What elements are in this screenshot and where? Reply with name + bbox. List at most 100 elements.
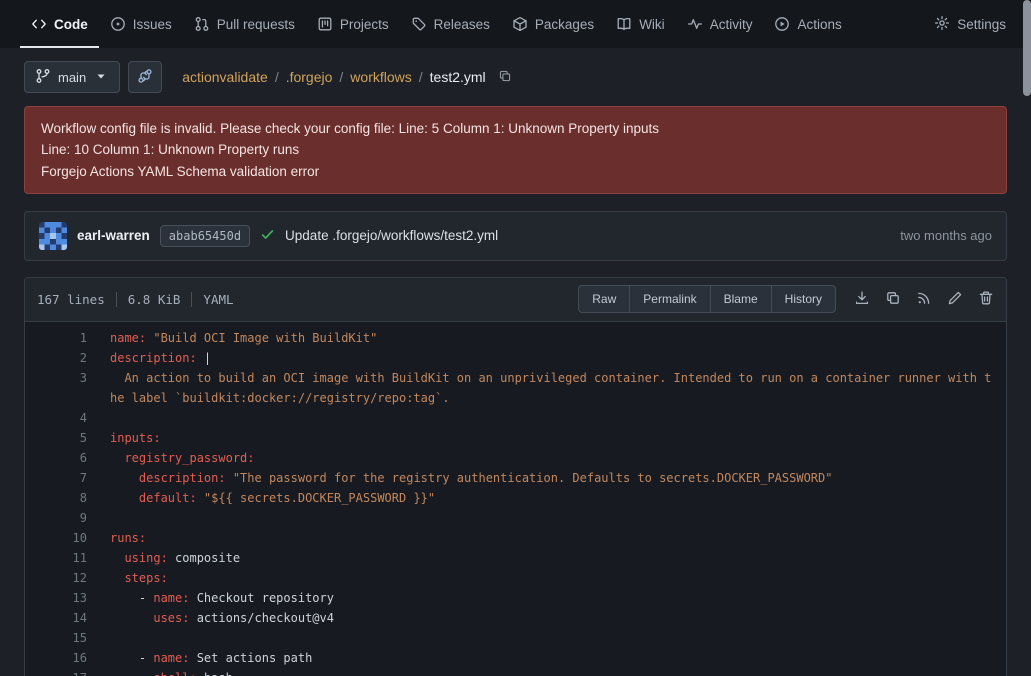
git-compare-icon bbox=[137, 68, 153, 84]
nav-tab-activity[interactable]: Activity bbox=[676, 0, 764, 48]
code-line: 13 - name: Checkout repository bbox=[25, 588, 1006, 608]
nav-tab-label: Pull requests bbox=[217, 17, 295, 32]
line-number[interactable]: 16 bbox=[41, 648, 110, 668]
nav-tab-label: Activity bbox=[710, 17, 753, 32]
line-number[interactable]: 17 bbox=[41, 668, 110, 676]
nav-tab-pull-requests[interactable]: Pull requests bbox=[183, 0, 306, 48]
nav-tab-settings[interactable]: Settings bbox=[923, 0, 1017, 48]
code-line-content bbox=[110, 628, 124, 648]
code-line-content: runs: bbox=[110, 528, 160, 548]
blame-button[interactable]: Blame bbox=[710, 285, 772, 313]
line-number[interactable]: 4 bbox=[41, 408, 110, 428]
line-number[interactable]: 3 bbox=[41, 368, 110, 408]
history-button[interactable]: History bbox=[771, 285, 836, 313]
line-number[interactable]: 9 bbox=[41, 508, 110, 528]
meta-divider bbox=[116, 292, 117, 307]
code-line-content: description: | bbox=[110, 348, 225, 368]
nav-tab-code[interactable]: Code bbox=[20, 0, 99, 48]
copy-button[interactable] bbox=[885, 290, 901, 309]
error-line: Forgejo Actions YAML Schema validation e… bbox=[41, 161, 990, 182]
nav-tab-label: Issues bbox=[133, 17, 172, 32]
code-line: 6 registry_password: bbox=[25, 448, 1006, 468]
nav-tab-issues[interactable]: Issues bbox=[99, 0, 183, 48]
error-line: Workflow config file is invalid. Please … bbox=[41, 118, 990, 139]
code-line-content: using: composite bbox=[110, 548, 254, 568]
error-banner: Workflow config file is invalid. Please … bbox=[24, 106, 1007, 194]
commit-message[interactable]: Update .forgejo/workflows/test2.yml bbox=[285, 228, 498, 243]
line-number[interactable]: 15 bbox=[41, 628, 110, 648]
line-number[interactable]: 7 bbox=[41, 468, 110, 488]
nav-tabs: Code Issues Pull requests ProjectsReleases P… bbox=[20, 0, 853, 48]
book-icon bbox=[616, 16, 632, 32]
copy-path-button[interactable] bbox=[498, 69, 512, 86]
check-icon bbox=[260, 227, 275, 242]
issue-opened-icon bbox=[110, 16, 126, 32]
breadcrumb-segment-workflows[interactable]: workflows bbox=[350, 69, 411, 85]
code-line-content: description: "The password for the regis… bbox=[110, 468, 846, 488]
compare-button[interactable] bbox=[128, 61, 162, 93]
code-line-content bbox=[110, 408, 124, 428]
nav-tab-releases[interactable]: Releases bbox=[400, 0, 501, 48]
top-nav: Code Issues Pull requests ProjectsReleases P… bbox=[0, 0, 1031, 48]
code-line-content: An action to build an OCI image with Bui… bbox=[110, 368, 1006, 408]
line-number[interactable]: 13 bbox=[41, 588, 110, 608]
line-number[interactable]: 12 bbox=[41, 568, 110, 588]
error-line: Line: 10 Column 1: Unknown Property runs bbox=[41, 139, 990, 160]
gear-icon bbox=[934, 15, 950, 31]
nav-tab-packages[interactable]: Packages bbox=[501, 0, 605, 48]
code-line-content: - name: Checkout repository bbox=[110, 588, 348, 608]
commit-author[interactable]: earl-warren bbox=[77, 228, 150, 243]
line-number[interactable]: 11 bbox=[41, 548, 110, 568]
file-size: 6.8 KiB bbox=[128, 292, 181, 307]
file-lines-count: 167 lines bbox=[37, 292, 105, 307]
rss-button[interactable] bbox=[916, 290, 932, 309]
tag-icon bbox=[411, 16, 427, 32]
download-icon bbox=[854, 290, 870, 306]
breadcrumb-separator: / bbox=[339, 69, 343, 85]
line-number[interactable]: 1 bbox=[41, 328, 110, 348]
file-view: 167 lines 6.8 KiB YAML RawPermalinkBlame… bbox=[24, 277, 1007, 676]
project-icon bbox=[317, 16, 333, 32]
breadcrumb: actionvalidate/.forgejo/workflows/test2.… bbox=[182, 69, 511, 86]
code-line-content: steps: bbox=[110, 568, 182, 588]
avatar[interactable] bbox=[39, 222, 67, 250]
code-line-content: name: "Build OCI Image with BuildKit" bbox=[110, 328, 391, 348]
nav-tab-settings-label: Settings bbox=[957, 17, 1006, 32]
scrollbar[interactable] bbox=[1023, 0, 1031, 676]
line-number[interactable]: 5 bbox=[41, 428, 110, 448]
branch-select-button[interactable]: main bbox=[24, 61, 120, 93]
code-line-content: inputs: bbox=[110, 428, 175, 448]
download-button[interactable] bbox=[854, 290, 870, 309]
trash-button[interactable] bbox=[978, 290, 994, 309]
line-number[interactable]: 6 bbox=[41, 448, 110, 468]
code-line-content: shell: bash bbox=[110, 668, 247, 676]
breadcrumb-segment--forgejo[interactable]: .forgejo bbox=[286, 69, 333, 85]
nav-tab-label: Packages bbox=[535, 17, 594, 32]
code-line: 8 default: "${{ secrets.DOCKER_PASSWORD … bbox=[25, 488, 1006, 508]
code-icon bbox=[31, 16, 47, 32]
copy-icon bbox=[498, 69, 512, 83]
nav-tab-wiki[interactable]: Wiki bbox=[605, 0, 676, 48]
line-number[interactable]: 14 bbox=[41, 608, 110, 628]
code-line-content: default: "${{ secrets.DOCKER_PASSWORD }}… bbox=[110, 488, 449, 508]
nav-tab-label: Actions bbox=[797, 17, 841, 32]
pencil-button[interactable] bbox=[947, 290, 963, 309]
line-number[interactable]: 8 bbox=[41, 488, 110, 508]
commit-hash-badge[interactable]: abab65450d bbox=[160, 225, 250, 247]
raw-button[interactable]: Raw bbox=[578, 285, 630, 313]
line-number[interactable]: 10 bbox=[41, 528, 110, 548]
code-line: 4 bbox=[25, 408, 1006, 428]
permalink-button[interactable]: Permalink bbox=[629, 285, 710, 313]
nav-tab-actions[interactable]: Actions bbox=[763, 0, 852, 48]
git-pull-request-icon bbox=[194, 16, 210, 32]
code-line: 3 An action to build an OCI image with B… bbox=[25, 368, 1006, 408]
commit-box: earl-warren abab65450d Update .forgejo/w… bbox=[24, 211, 1007, 261]
scrollbar-thumb[interactable] bbox=[1023, 0, 1031, 96]
rss-icon bbox=[916, 290, 932, 306]
code-line: 1name: "Build OCI Image with BuildKit" bbox=[25, 328, 1006, 348]
line-number[interactable]: 2 bbox=[41, 348, 110, 368]
pencil-icon bbox=[947, 290, 963, 306]
package-icon bbox=[512, 16, 528, 32]
breadcrumb-segment-actionvalidate[interactable]: actionvalidate bbox=[182, 69, 268, 85]
nav-tab-projects[interactable]: Projects bbox=[306, 0, 400, 48]
